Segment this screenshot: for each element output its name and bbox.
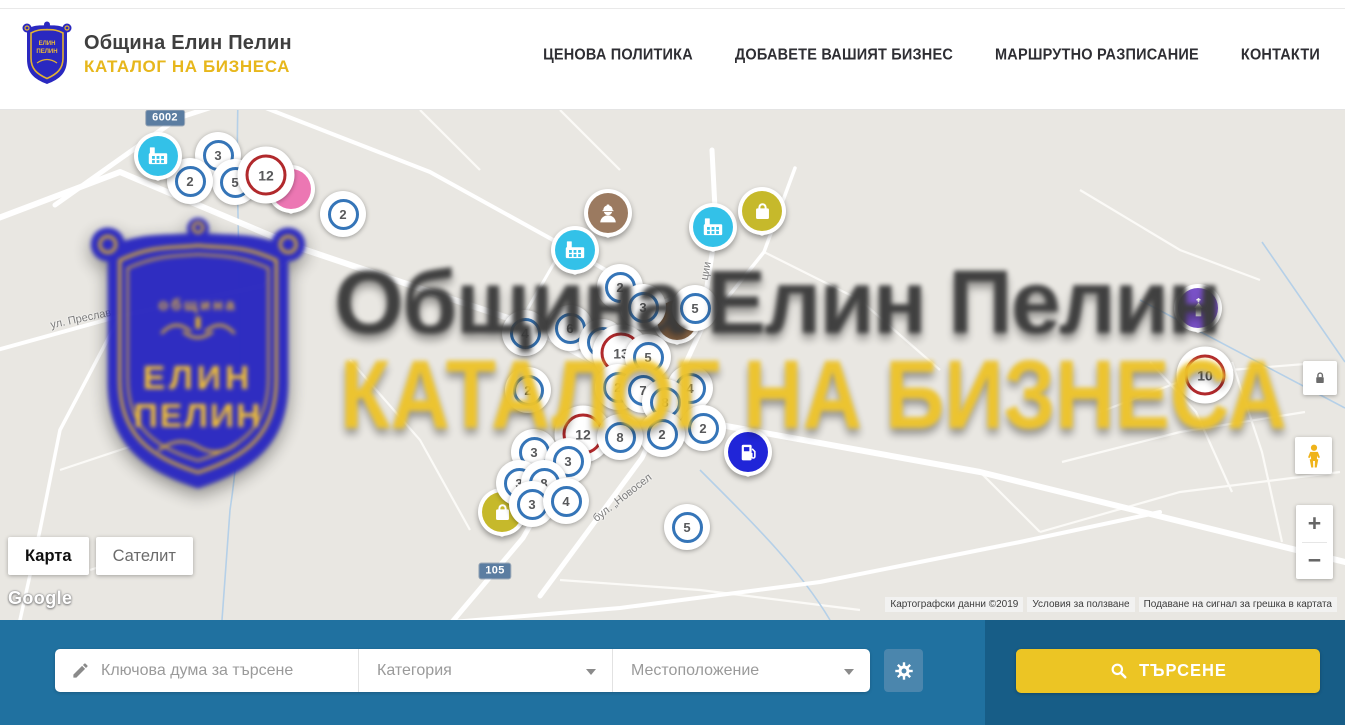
pencil-icon (71, 661, 90, 680)
google-map[interactable]: ул. Преславбул. „Новоселции 6002105 3521… (0, 110, 1345, 620)
category-select[interactable]: Категория (358, 649, 612, 692)
municipality-crest-icon: ЕЛИН ПЕЛИН (22, 21, 72, 87)
cluster-marker[interactable]: 2 (680, 405, 726, 451)
zoom-control: + − (1296, 505, 1333, 579)
svg-text:ПЕЛИН: ПЕЛИН (36, 49, 57, 55)
map-attribution: Картографски данни ©2019 Условия за полз… (885, 597, 1337, 612)
map-type-control: Карта Сателит (8, 537, 193, 575)
search-input-group: Категория Местоположение (55, 649, 870, 692)
chevron-down-icon (844, 669, 854, 675)
attribution-report-error-link[interactable]: Подаване на сигнал за грешка в картата (1139, 597, 1337, 612)
cluster-marker[interactable]: 10 (1177, 347, 1234, 404)
keyword-segment (55, 649, 358, 692)
advanced-search-settings-button[interactable] (884, 649, 923, 692)
map-lock-button[interactable] (1303, 361, 1337, 395)
cluster-marker[interactable]: 3 (620, 284, 666, 330)
factory-pin[interactable] (551, 226, 599, 274)
search-button[interactable]: ТЪРСЕНЕ (1016, 649, 1320, 693)
nav-item-route-schedule[interactable]: МАРШРУТНО РАЗПИСАНИЕ (995, 46, 1199, 63)
church-pin[interactable] (1174, 284, 1222, 332)
zoom-out-button[interactable]: − (1296, 543, 1333, 580)
gear-icon (893, 660, 915, 682)
pegman-icon (1303, 443, 1325, 469)
factory-pin[interactable] (689, 203, 737, 251)
lock-icon (1310, 368, 1330, 388)
shopping-pin[interactable] (738, 187, 786, 235)
logo-subtitle: КАТАЛОГ НА БИЗНЕСА (84, 57, 292, 77)
fuel-pin[interactable] (724, 428, 772, 476)
factory-pin[interactable] (134, 132, 182, 180)
attribution-terms-link[interactable]: Условия за ползване (1027, 597, 1134, 612)
nav-item-pricing[interactable]: ЦЕНОВА ПОЛИТИКА (543, 46, 693, 63)
cluster-marker[interactable]: 5 (664, 504, 710, 550)
attribution-copyright: Картографски данни ©2019 (885, 597, 1023, 612)
logo-text: Община Елин Пелин КАТАЛОГ НА БИЗНЕСА (84, 32, 292, 77)
location-select-label: Местоположение (613, 662, 759, 680)
search-bar: Категория Местоположение (0, 620, 1345, 725)
site-logo[interactable]: ЕЛИН ПЕЛИН Община Елин Пелин КАТАЛОГ НА … (22, 21, 292, 87)
map-type-satellite-button[interactable]: Сателит (96, 537, 193, 575)
cluster-marker[interactable]: 12 (238, 147, 295, 204)
cluster-marker[interactable]: 2 (320, 191, 366, 237)
search-button-label: ТЪРСЕНЕ (1139, 661, 1227, 681)
cluster-marker[interactable]: 2 (505, 367, 551, 413)
nav-item-add-business[interactable]: ДОБАВЕТЕ ВАШИЯТ БИЗНЕС (735, 46, 953, 63)
logo-title: Община Елин Пелин (84, 32, 292, 55)
cluster-marker[interactable]: 2 (639, 411, 685, 457)
zoom-in-button[interactable]: + (1296, 505, 1333, 542)
cluster-marker[interactable]: 5 (672, 285, 718, 331)
cluster-marker[interactable]: 4 (502, 310, 548, 356)
cluster-marker[interactable]: 4 (543, 478, 589, 524)
map-markers: 3521222354671352274822128333834510 (0, 110, 1345, 620)
pegman-streetview-button[interactable] (1295, 437, 1332, 474)
category-select-label: Категория (359, 662, 452, 680)
keyword-search-input[interactable] (55, 649, 358, 692)
business-catalog-page: ЕЛИН ПЕЛИН Община Елин Пелин КАТАЛОГ НА … (0, 0, 1345, 725)
location-select[interactable]: Местоположение (612, 649, 870, 692)
chevron-down-icon (586, 669, 596, 675)
svg-text:ЕЛИН: ЕЛИН (39, 41, 56, 47)
search-icon (1109, 661, 1129, 681)
header: ЕЛИН ПЕЛИН Община Елин Пелин КАТАЛОГ НА … (0, 0, 1345, 110)
cluster-marker[interactable]: 8 (597, 414, 643, 460)
map-type-map-button[interactable]: Карта (8, 537, 89, 575)
main-nav: ЦЕНОВА ПОЛИТИКА ДОБАВЕТЕ ВАШИЯТ БИЗНЕС М… (543, 0, 1320, 110)
nav-item-contacts[interactable]: КОНТАКТИ (1241, 46, 1320, 63)
google-logo[interactable]: Google (8, 588, 72, 609)
